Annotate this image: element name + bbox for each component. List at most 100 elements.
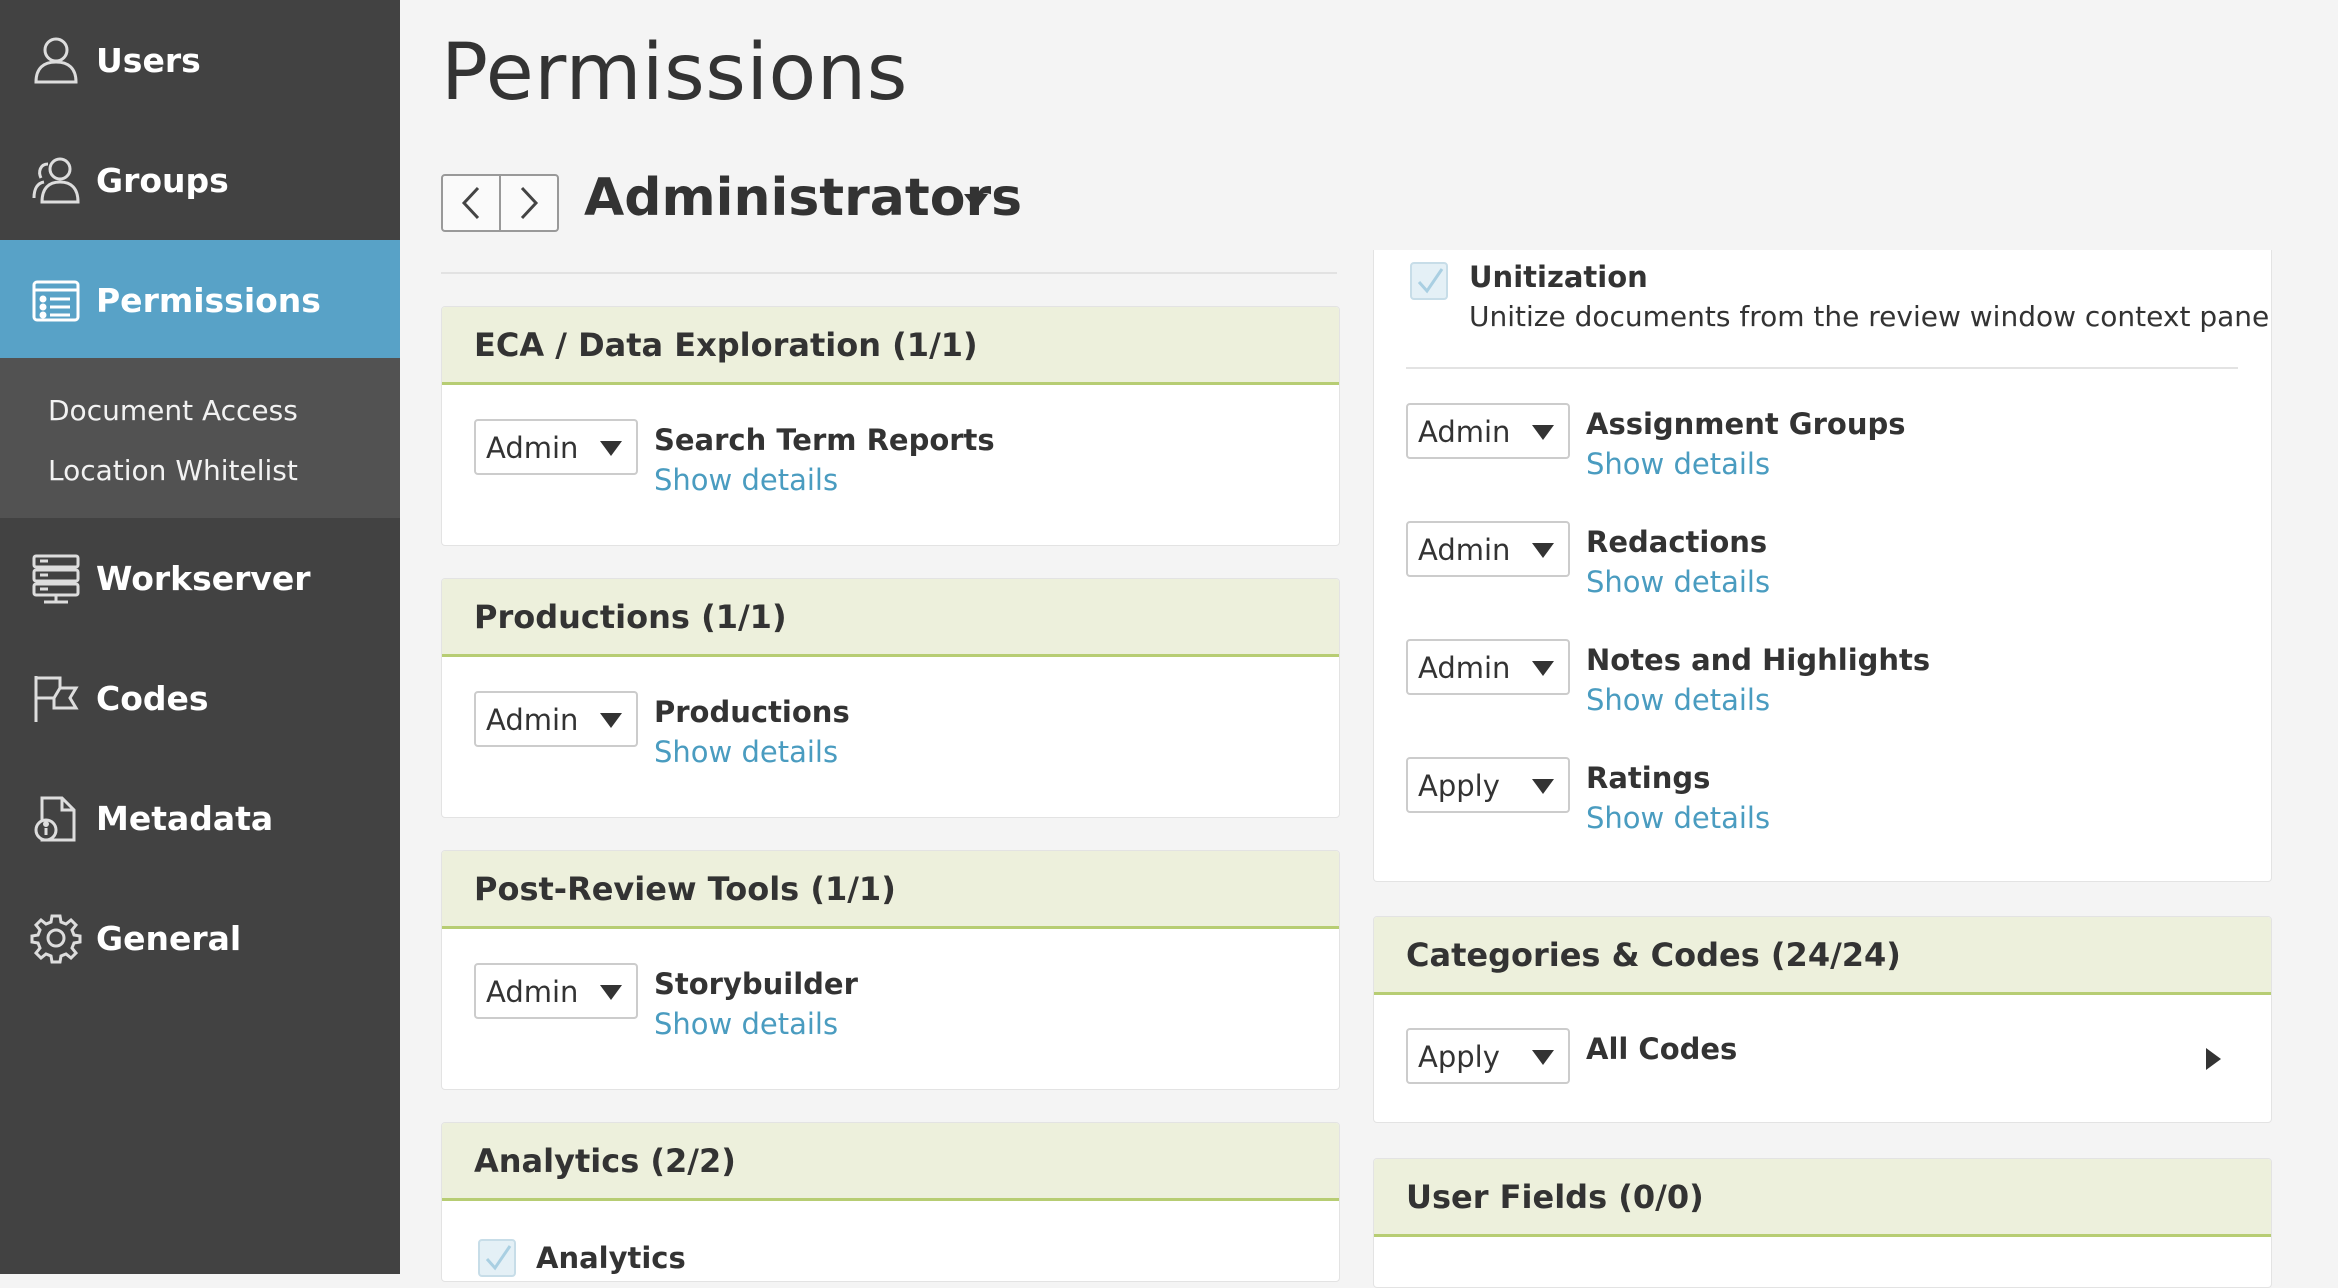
permissions-subnav: Document Access Location Whitelist [0,358,400,518]
panel-title: Analytics (2/2) [442,1123,1339,1201]
panel-review-tools: Unitization Unitize documents from the r… [1373,250,2272,882]
show-details-link[interactable]: Show details [654,463,838,497]
sidebar-item-label: Workserver [96,558,311,598]
divider [441,272,1337,274]
permission-name: Productions [654,695,850,729]
document-info-icon [30,792,82,844]
unitization-checkbox[interactable] [1410,262,1448,300]
previous-group-button[interactable] [443,176,499,230]
group-icon [30,154,82,206]
sidebar-item-label: Groups [96,160,229,200]
gear-icon [30,912,82,964]
sidebar-item-general[interactable]: General [0,878,400,998]
permission-row: Admin Notes and Highlights Show details [1406,639,2226,729]
access-level-select[interactable]: Admin [1406,403,1570,459]
sidebar-item-label: Permissions [96,280,321,320]
access-level-select[interactable]: Admin [1406,639,1570,695]
permission-name: Notes and Highlights [1586,643,1931,677]
permission-row: Admin Assignment Groups Show details [1406,403,2226,493]
subnav-item-document-access[interactable]: Document Access [48,394,298,427]
permission-name: All Codes [1586,1032,1738,1066]
panel-title: Categories & Codes (24/24) [1374,917,2271,995]
select-value: Admin [486,431,579,465]
access-level-select[interactable]: Admin [474,963,638,1019]
sidebar-item-label: General [96,918,242,958]
next-group-button[interactable] [499,176,557,230]
panel-user-fields: User Fields (0/0) [1373,1158,2272,1288]
panel-categories-codes: Categories & Codes (24/24) Apply All Cod… [1373,916,2272,1123]
panel-title: ECA / Data Exploration (1/1) [442,307,1339,385]
sidebar-item-permissions[interactable]: Permissions [0,240,400,360]
page-title: Permissions [441,28,908,118]
permission-row: Admin Search Term Reports Show details [474,419,1294,509]
caret-down-icon [600,713,622,728]
show-details-link[interactable]: Show details [654,735,838,769]
subnav-item-location-whitelist[interactable]: Location Whitelist [48,454,298,487]
select-value: Apply [1418,769,1500,803]
sidebar-item-workserver[interactable]: Workserver [0,518,400,638]
group-selector-label[interactable]: Administrators [584,168,1022,228]
server-icon [30,552,82,604]
flag-icon [30,672,82,724]
caret-down-icon [1532,779,1554,794]
permission-name: Unitization [1469,260,1648,294]
analytics-checkbox[interactable] [478,1239,516,1277]
permission-row[interactable]: Apply All Codes [1406,1028,2226,1118]
select-value: Admin [1418,415,1511,449]
sidebar-item-groups[interactable]: Groups [0,120,400,240]
caret-down-icon [1532,543,1554,558]
group-pager [441,174,559,232]
checkmark-icon [485,1245,512,1271]
show-details-link[interactable]: Show details [1586,801,1770,835]
permission-description: Unitize documents from the review window… [1469,300,2272,333]
select-value: Admin [486,703,579,737]
access-level-select[interactable]: Admin [1406,521,1570,577]
show-details-link[interactable]: Show details [1586,683,1770,717]
caret-down-icon [1532,425,1554,440]
permission-name: Search Term Reports [654,423,995,457]
sidebar-item-users[interactable]: Users [0,0,400,120]
panel-analytics: Analytics (2/2) Analytics [441,1122,1340,1282]
expand-arrow-icon[interactable] [2206,1048,2221,1070]
select-value: Apply [1418,1040,1500,1074]
permission-name: Storybuilder [654,967,858,1001]
list-icon [30,274,82,326]
select-value: Admin [486,975,579,1009]
caret-down-icon [1532,661,1554,676]
permission-name: Redactions [1586,525,1768,559]
show-details-link[interactable]: Show details [654,1007,838,1041]
caret-down-icon[interactable] [964,194,988,210]
chevron-right-icon [520,186,539,220]
sidebar-item-label: Users [96,40,201,80]
panel-title: User Fields (0/0) [1374,1159,2271,1237]
caret-down-icon [1532,1050,1554,1065]
select-value: Admin [1418,651,1511,685]
select-value: Admin [1418,533,1511,567]
sidebar: Users Groups Permissions Document Access… [0,0,400,1274]
panel-eca-data-exploration: ECA / Data Exploration (1/1) Admin Searc… [441,306,1340,546]
show-details-link[interactable]: Show details [1586,447,1770,481]
divider [1406,367,2238,369]
panel-productions: Productions (1/1) Admin Productions Show… [441,578,1340,818]
user-icon [30,34,82,86]
access-level-select[interactable]: Apply [1406,1028,1570,1084]
panel-title: Post-Review Tools (1/1) [442,851,1339,929]
show-details-link[interactable]: Show details [1586,565,1770,599]
access-level-select[interactable]: Apply [1406,757,1570,813]
permission-name: Ratings [1586,761,1711,795]
panel-post-review-tools: Post-Review Tools (1/1) Admin Storybuild… [441,850,1340,1090]
access-level-select[interactable]: Admin [474,419,638,475]
sidebar-item-codes[interactable]: Codes [0,638,400,758]
permission-row: Admin Productions Show details [474,691,1294,781]
caret-down-icon [600,441,622,456]
sidebar-item-metadata[interactable]: Metadata [0,758,400,878]
sidebar-item-label: Codes [96,678,209,718]
permission-row: Admin Redactions Show details [1406,521,2226,611]
caret-down-icon [600,985,622,1000]
permission-name: Assignment Groups [1586,407,1906,441]
permission-name: Analytics [536,1241,686,1275]
permission-row: Apply Ratings Show details [1406,757,2226,847]
checkmark-icon [1417,268,1444,294]
access-level-select[interactable]: Admin [474,691,638,747]
panel-title: Productions (1/1) [442,579,1339,657]
